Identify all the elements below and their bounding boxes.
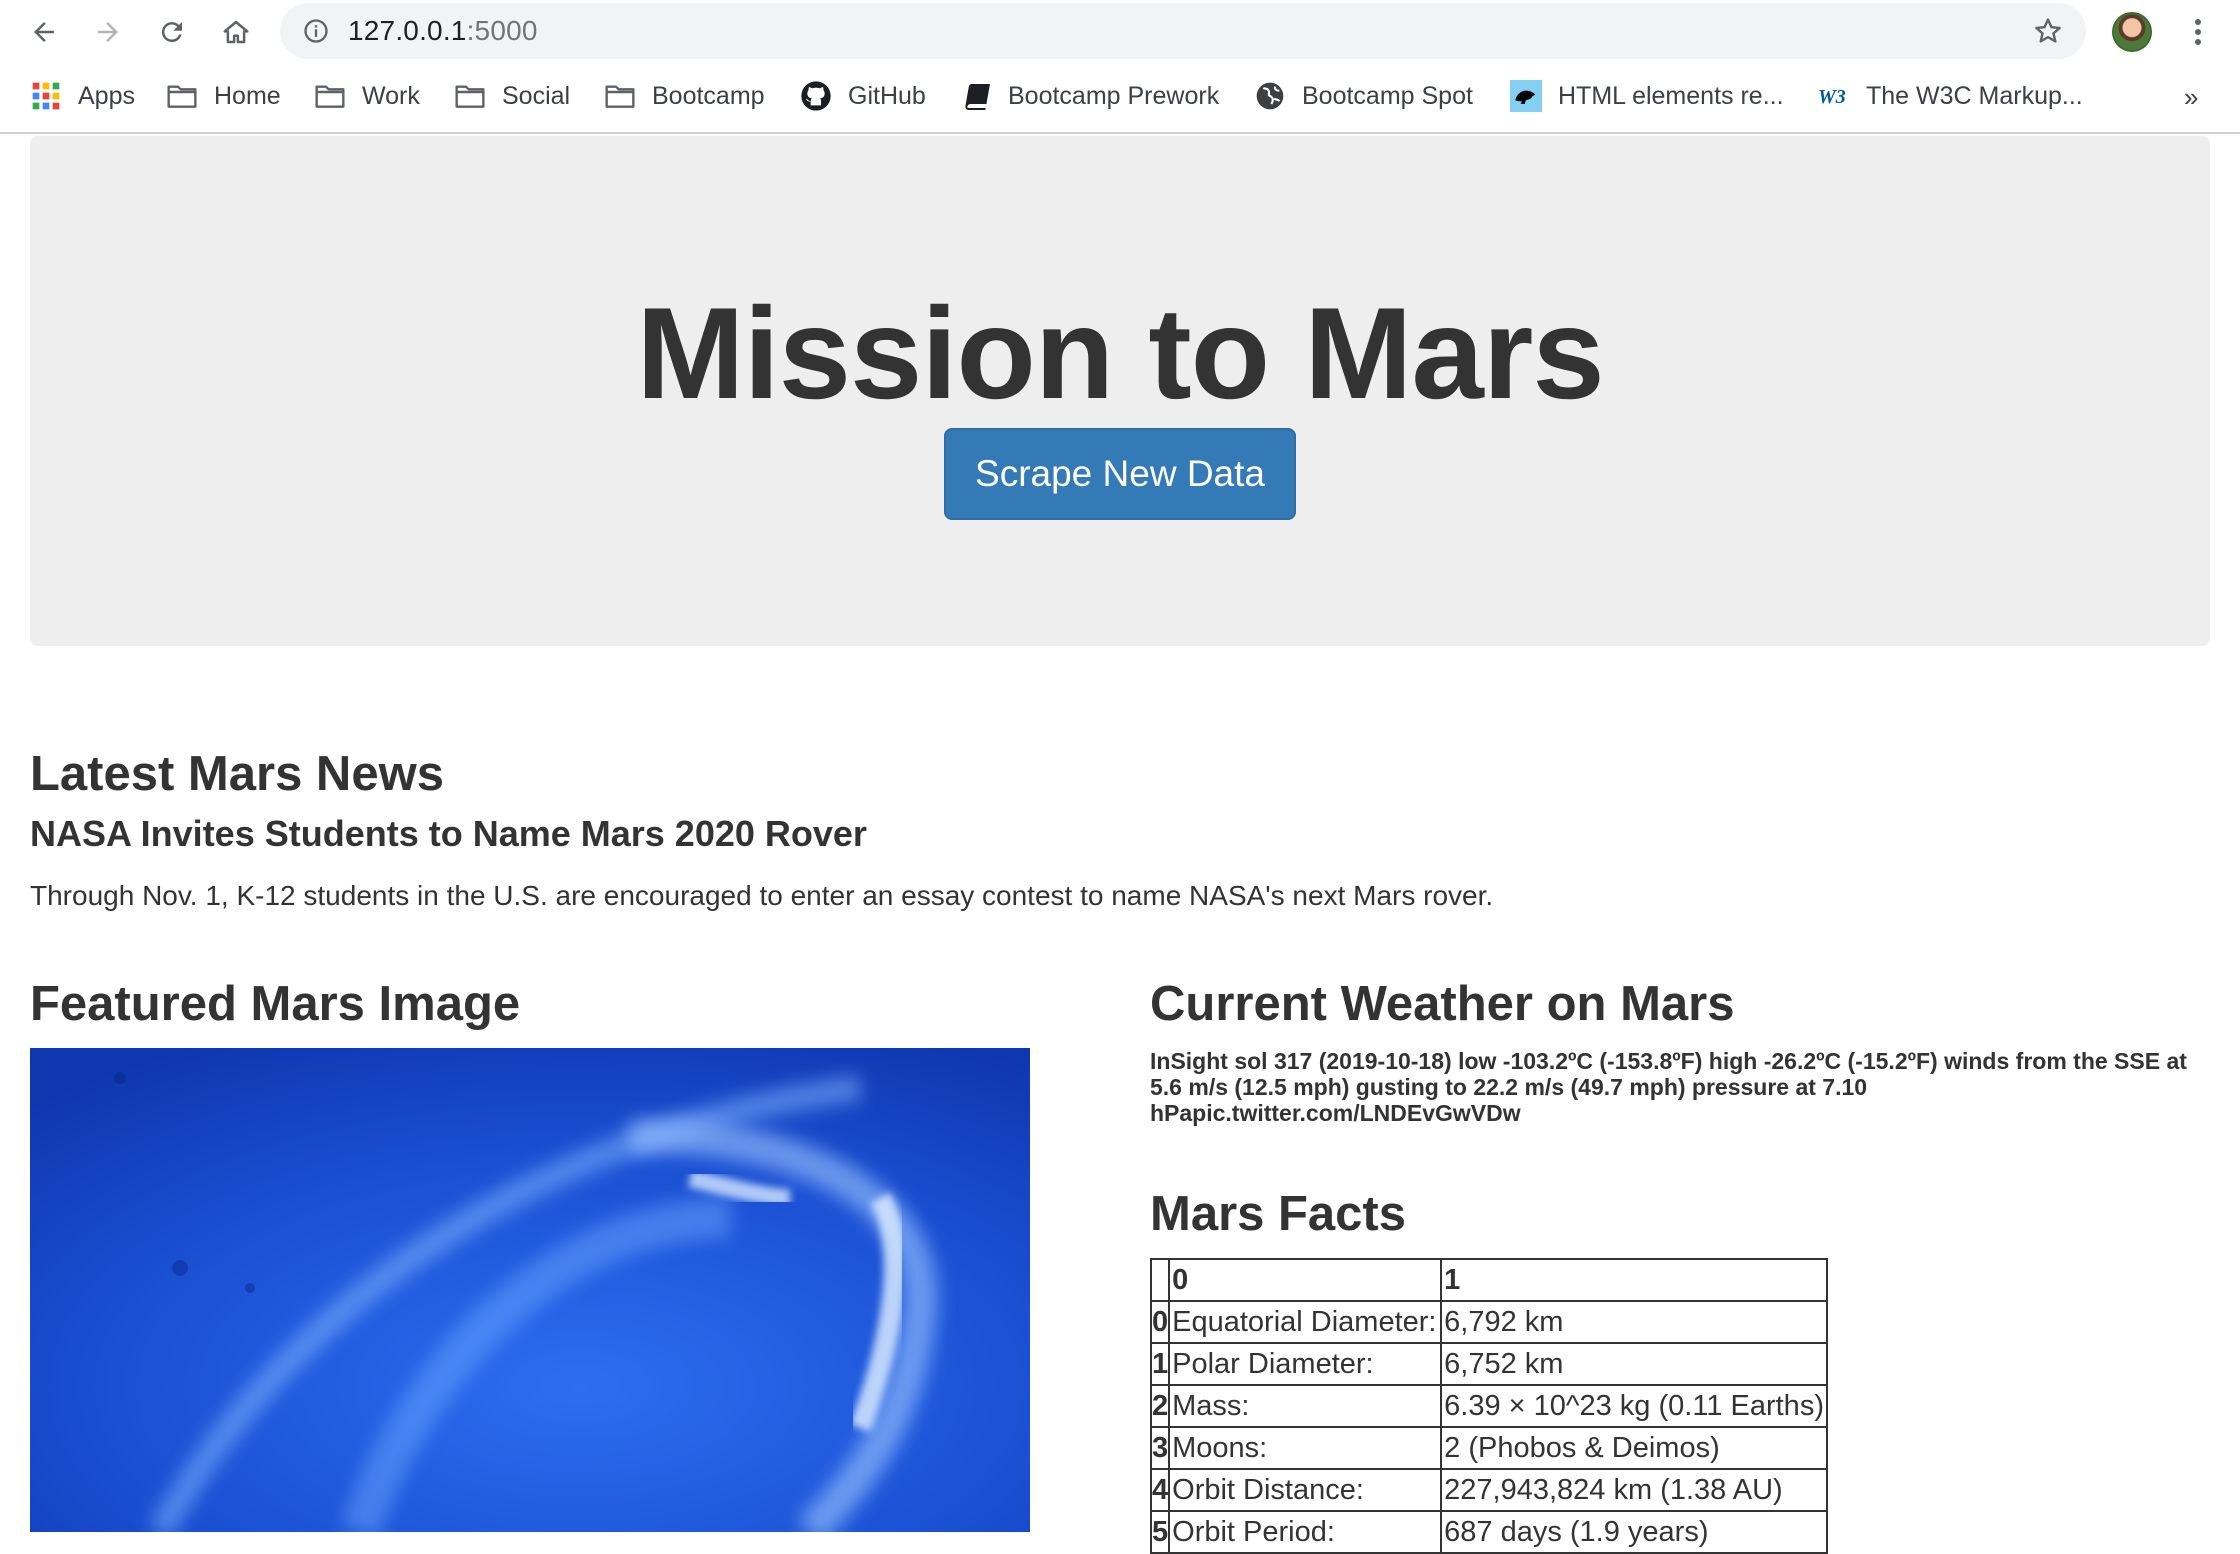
weather-tweet: InSight sol 317 (2019-10-18) low -103.2º…	[1150, 1048, 2187, 1126]
bookmark-label: Apps	[78, 81, 135, 110]
bookmark-w3c-markup[interactable]: W3 The W3C Markup...	[1818, 78, 2083, 114]
forward-button[interactable]	[84, 8, 132, 56]
fact-value: 6,792 km	[1440, 1300, 1828, 1344]
bookmark-github[interactable]: GitHub	[800, 78, 926, 114]
book-icon	[960, 80, 992, 112]
globe-icon	[1254, 80, 1286, 112]
featured-mars-image[interactable]	[30, 1048, 1030, 1532]
scrape-new-data-button[interactable]: Scrape New Data	[944, 428, 1296, 520]
bookmark-apps[interactable]: Apps	[30, 78, 135, 114]
fact-label: Orbit Distance:	[1168, 1468, 1443, 1512]
bookmark-label: Bootcamp	[652, 81, 765, 110]
home-button[interactable]	[212, 8, 260, 56]
table-row: 2 Mass: 6.39 × 10^23 kg (0.11 Earths)	[1149, 1384, 1828, 1428]
table-header-cell: 1	[1440, 1258, 1828, 1302]
bookmarks-bar: Apps Home Work Social Bootcamp GitHub Bo…	[0, 62, 2240, 134]
url-text: 127.0.0.1:5000	[348, 16, 538, 46]
row-index: 5	[1149, 1510, 1171, 1554]
arrow-right-icon	[98, 22, 118, 42]
latest-news-heading: Latest Mars News	[30, 747, 444, 801]
news-paragraph: Through Nov. 1, K-12 students in the U.S…	[30, 880, 1494, 911]
bookmarks-overflow-button[interactable]: »	[2184, 82, 2198, 113]
row-index: 3	[1149, 1426, 1171, 1470]
bookmark-bootcamp[interactable]: Bootcamp	[604, 78, 765, 114]
star-icon[interactable]	[2032, 15, 2064, 47]
row-index: 1	[1149, 1342, 1171, 1386]
page-title: Mission to Mars	[636, 280, 1604, 426]
profile-avatar[interactable]	[2112, 12, 2152, 52]
featured-image-heading: Featured Mars Image	[30, 977, 521, 1031]
bookmark-label: Bootcamp Spot	[1302, 81, 1473, 110]
bookmark-label: GitHub	[848, 81, 926, 110]
row-index: 0	[1149, 1300, 1171, 1344]
bookmark-bootcamp-prework[interactable]: Bootcamp Prework	[960, 78, 1219, 114]
fact-label: Moons:	[1168, 1426, 1443, 1470]
fact-value: 6,752 km	[1440, 1342, 1828, 1386]
table-row: 4 Orbit Distance: 227,943,824 km (1.38 A…	[1149, 1468, 1828, 1512]
bookmark-label: The W3C Markup...	[1866, 81, 2083, 110]
table-row: 5 Orbit Period: 687 days (1.9 years)	[1149, 1510, 1828, 1554]
bookmark-label: Work	[362, 81, 420, 110]
reload-icon	[161, 22, 182, 43]
row-index: 2	[1149, 1384, 1171, 1428]
bookmark-html-elements[interactable]: HTML elements re...	[1510, 78, 1784, 114]
fact-value: 6.39 × 10^23 kg (0.11 Earths)	[1440, 1384, 1828, 1428]
url-port: :5000	[466, 15, 538, 46]
table-row: 3 Moons: 2 (Phobos & Deimos)	[1149, 1426, 1828, 1470]
featured-image-graphic	[30, 1048, 1030, 1532]
fact-label: Orbit Period:	[1168, 1510, 1443, 1554]
svg-text:W3: W3	[1818, 86, 1846, 108]
folder-icon	[604, 80, 636, 112]
mars-facts-heading: Mars Facts	[1150, 1187, 1407, 1241]
mdn-icon	[1510, 80, 1542, 112]
back-button[interactable]	[20, 8, 68, 56]
mars-facts-table: 0 1 0 Equatorial Diameter: 6,792 km 1 Po…	[1149, 1258, 1828, 1554]
bookmark-home[interactable]: Home	[166, 78, 281, 114]
folder-icon	[314, 80, 346, 112]
row-index: 4	[1149, 1468, 1171, 1512]
weather-heading: Current Weather on Mars	[1150, 977, 1735, 1031]
table-row: 0 Equatorial Diameter: 6,792 km	[1149, 1300, 1828, 1344]
address-bar[interactable]: 127.0.0.1:5000	[280, 3, 2086, 59]
home-icon	[223, 20, 249, 44]
reload-button[interactable]	[148, 8, 196, 56]
hero-jumbotron: Mission to Mars Scrape New Data	[30, 136, 2210, 646]
fact-value: 687 days (1.9 years)	[1440, 1510, 1828, 1554]
bookmark-label: Social	[502, 81, 571, 110]
fact-label: Polar Diameter:	[1168, 1342, 1443, 1386]
fact-value: 227,943,824 km (1.38 AU)	[1440, 1468, 1828, 1512]
w3c-icon: W3	[1818, 80, 1850, 112]
folder-icon	[166, 80, 198, 112]
bookmark-social[interactable]: Social	[454, 78, 570, 114]
news-title: NASA Invites Students to Name Mars 2020 …	[30, 813, 867, 854]
table-header-cell: 0	[1168, 1258, 1443, 1302]
info-icon[interactable]	[302, 17, 330, 45]
folder-icon	[454, 80, 486, 112]
browser-toolbar: 127.0.0.1:5000	[0, 0, 2240, 62]
bookmark-bootcamp-spot[interactable]: Bootcamp Spot	[1254, 78, 1473, 114]
bookmark-label: Bootcamp Prework	[1008, 81, 1220, 110]
fact-label: Equatorial Diameter:	[1168, 1300, 1443, 1344]
url-host: 127.0.0.1	[348, 15, 467, 46]
table-header-row: 0 1	[1149, 1258, 1828, 1302]
bookmark-work[interactable]: Work	[314, 78, 420, 114]
bookmark-label: Home	[214, 81, 281, 110]
fact-value: 2 (Phobos & Deimos)	[1440, 1426, 1828, 1470]
apps-grid-icon	[30, 80, 62, 112]
github-icon	[800, 80, 832, 112]
fact-label: Mass:	[1168, 1384, 1443, 1428]
bookmark-label: HTML elements re...	[1558, 81, 1784, 110]
table-header-cell	[1149, 1258, 1171, 1302]
more-vert-icon[interactable]	[2182, 14, 2214, 50]
arrow-left-icon	[34, 22, 54, 42]
table-row: 1 Polar Diameter: 6,752 km	[1149, 1342, 1828, 1386]
